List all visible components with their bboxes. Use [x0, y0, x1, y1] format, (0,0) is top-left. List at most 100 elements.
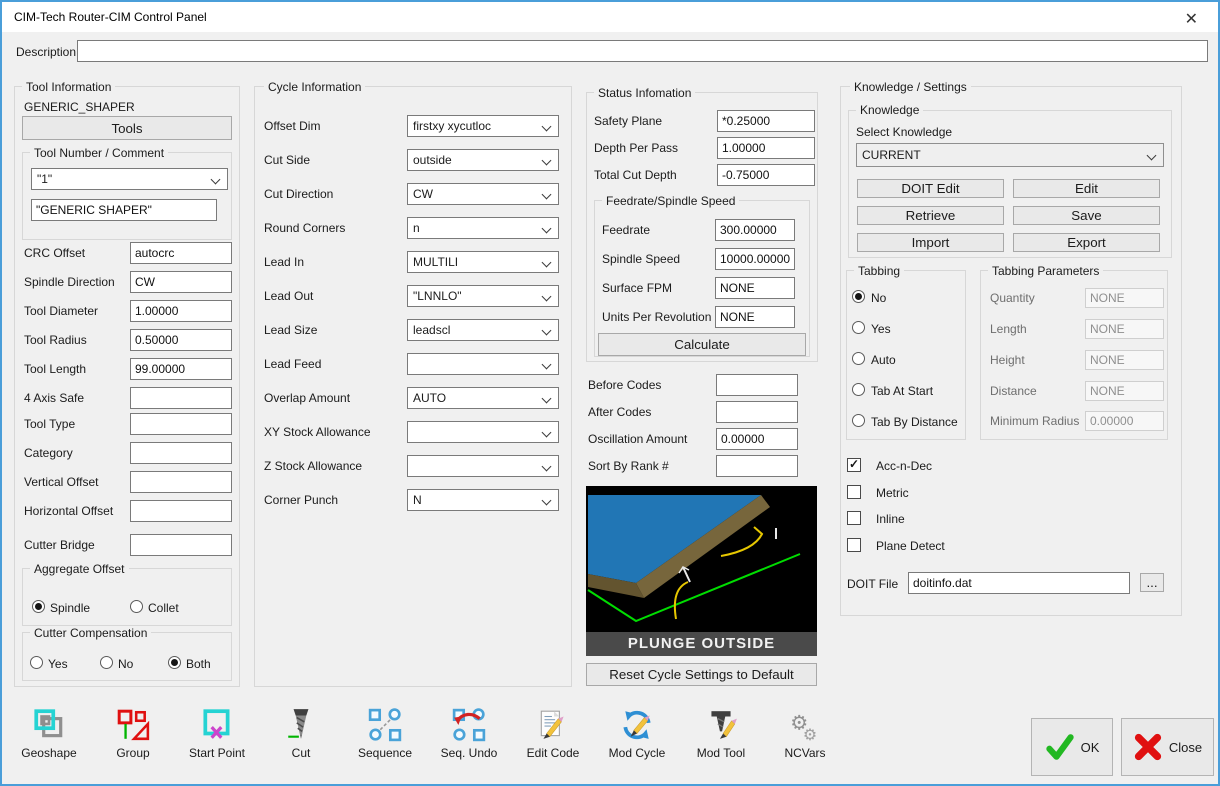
- tool-number-group: [22, 152, 232, 240]
- crc-offset-label: CRC Offset: [24, 246, 86, 260]
- lead-size-combo[interactable]: leadscl: [407, 319, 559, 341]
- lead-in-combo[interactable]: MULTILI: [407, 251, 559, 273]
- tool-radius-input[interactable]: [130, 329, 232, 351]
- category-label: Category: [24, 446, 73, 460]
- toolbar-item-mod-tool[interactable]: Mod Tool: [679, 708, 763, 760]
- sort-by-rank-input[interactable]: [716, 455, 798, 477]
- offset-dim-combo[interactable]: firstxy xycutloc: [407, 115, 559, 137]
- safety-plane-input[interactable]: [717, 110, 815, 132]
- toolbar-item-start-point[interactable]: Start Point: [175, 708, 259, 760]
- xy-stock-allowance-combo[interactable]: [407, 421, 559, 443]
- doit-file-browse-button[interactable]: ...: [1140, 573, 1164, 592]
- sort-by-rank-label: Sort By Rank #: [588, 459, 669, 473]
- edit-button[interactable]: Edit: [1013, 179, 1160, 198]
- retrieve-button[interactable]: Retrieve: [857, 206, 1004, 225]
- toolbar-item-mod-cycle[interactable]: Mod Cycle: [595, 708, 679, 760]
- tabbing-auto-label: Auto: [871, 353, 896, 367]
- tool-length-input[interactable]: [130, 358, 232, 380]
- length-label: Length: [990, 322, 1027, 336]
- window-close-icon[interactable]: ✕: [1179, 7, 1204, 31]
- before-codes-input[interactable]: [716, 374, 798, 396]
- four-axis-safe-input[interactable]: [130, 387, 232, 409]
- import-button[interactable]: Import: [857, 233, 1004, 252]
- spindle-direction-input[interactable]: [130, 271, 232, 293]
- tabbing-tab-at-start-radio[interactable]: [852, 383, 865, 396]
- horizontal-offset-input[interactable]: [130, 500, 232, 522]
- tool-diameter-input[interactable]: [130, 300, 232, 322]
- export-button[interactable]: Export: [1013, 233, 1160, 252]
- corner-punch-combo[interactable]: N: [407, 489, 559, 511]
- plane-detect-checkbox[interactable]: [847, 538, 861, 552]
- round-corners-combo[interactable]: n: [407, 217, 559, 239]
- inline-checkbox[interactable]: [847, 511, 861, 525]
- ok-button[interactable]: OK: [1031, 718, 1113, 776]
- feedrate-input[interactable]: [715, 219, 795, 241]
- tool-number-group-title: Tool Number / Comment: [30, 146, 169, 160]
- calculate-button[interactable]: Calculate: [598, 333, 806, 356]
- spindle-speed-input[interactable]: [715, 248, 795, 270]
- lead-in-label: Lead In: [264, 255, 305, 269]
- close-button[interactable]: Close: [1121, 718, 1214, 776]
- cutter-bridge-input[interactable]: [130, 534, 232, 556]
- cutter-comp-no-radio[interactable]: [100, 656, 113, 669]
- cut-side-combo[interactable]: outside: [407, 149, 559, 171]
- vertical-offset-input[interactable]: [130, 471, 232, 493]
- tool-number-combo[interactable]: "1": [31, 168, 228, 190]
- doit-file-input[interactable]: [908, 572, 1130, 594]
- overlap-amount-label: Overlap Amount: [264, 391, 351, 405]
- cutter-comp-no-label: No: [118, 657, 134, 671]
- aggregate-offset-title: Aggregate Offset: [30, 562, 129, 576]
- depth-per-pass-input[interactable]: [717, 137, 815, 159]
- cut-icon: [288, 709, 309, 739]
- tools-button[interactable]: Tools: [22, 116, 232, 140]
- tool-diameter-label: Tool Diameter: [24, 304, 99, 318]
- toolbar-item-group[interactable]: Group: [91, 708, 175, 760]
- units-per-revolution-input[interactable]: [715, 306, 795, 328]
- cutter-comp-yes-radio[interactable]: [30, 656, 43, 669]
- description-input[interactable]: [77, 40, 1208, 62]
- cutter-bridge-label: Cutter Bridge: [24, 538, 95, 552]
- category-input[interactable]: [130, 442, 232, 464]
- cut-direction-combo[interactable]: CW: [407, 183, 559, 205]
- surface-fpm-input[interactable]: [715, 277, 795, 299]
- tool-type-input[interactable]: [130, 413, 232, 435]
- doit-edit-button[interactable]: DOIT Edit: [857, 179, 1004, 198]
- distance-label: Distance: [990, 384, 1037, 398]
- tabbing-yes-radio[interactable]: [852, 321, 865, 334]
- aggregate-spindle-radio[interactable]: [32, 600, 45, 613]
- metric-label: Metric: [876, 486, 909, 500]
- total-cut-depth-input[interactable]: [717, 164, 815, 186]
- toolbar-item-cut[interactable]: Cut: [259, 708, 343, 760]
- lead-feed-label: Lead Feed: [264, 357, 322, 371]
- crc-offset-input[interactable]: [130, 242, 232, 264]
- toolbar-item-edit-code[interactable]: Edit Code: [511, 708, 595, 760]
- toolbar-item-seq-undo[interactable]: Seq. Undo: [427, 708, 511, 760]
- aggregate-collet-radio[interactable]: [130, 600, 143, 613]
- toolbar-item-sequence[interactable]: Sequence: [343, 708, 427, 760]
- tabbing-auto-radio[interactable]: [852, 352, 865, 365]
- select-knowledge-label: Select Knowledge: [856, 125, 953, 139]
- reset-cycle-settings-button[interactable]: Reset Cycle Settings to Default: [586, 663, 817, 686]
- acc-n-dec-checkbox[interactable]: [847, 457, 861, 472]
- tool-comment-input[interactable]: [31, 199, 217, 221]
- height-input: [1085, 350, 1164, 370]
- z-stock-allowance-combo[interactable]: [407, 455, 559, 477]
- metric-checkbox[interactable]: [847, 485, 861, 499]
- cutter-comp-both-radio[interactable]: [168, 656, 181, 669]
- check-icon: [1045, 734, 1074, 760]
- overlap-amount-combo[interactable]: AUTO: [407, 387, 559, 409]
- tool-name: GENERIC_SHAPER: [24, 100, 135, 114]
- save-button[interactable]: Save: [1013, 206, 1160, 225]
- lead-feed-combo[interactable]: [407, 353, 559, 375]
- title-bar: CIM-Tech Router-CIM Control Panel ✕: [2, 2, 1218, 32]
- toolbar-item-ncvars[interactable]: ⚙ ⚙ NCVars: [763, 708, 847, 760]
- tabbing-tab-by-distance-radio[interactable]: [852, 414, 865, 427]
- tabbing-no-radio[interactable]: [852, 290, 865, 303]
- after-codes-input[interactable]: [716, 401, 798, 423]
- oscillation-amount-input[interactable]: [716, 428, 798, 450]
- select-knowledge-combo[interactable]: CURRENT: [856, 143, 1164, 167]
- cycle-information-title: Cycle Information: [264, 80, 366, 94]
- tool-radius-label: Tool Radius: [24, 333, 87, 347]
- toolbar-item-geoshape[interactable]: Geoshape: [7, 708, 91, 760]
- lead-out-combo[interactable]: "LNNLO": [407, 285, 559, 307]
